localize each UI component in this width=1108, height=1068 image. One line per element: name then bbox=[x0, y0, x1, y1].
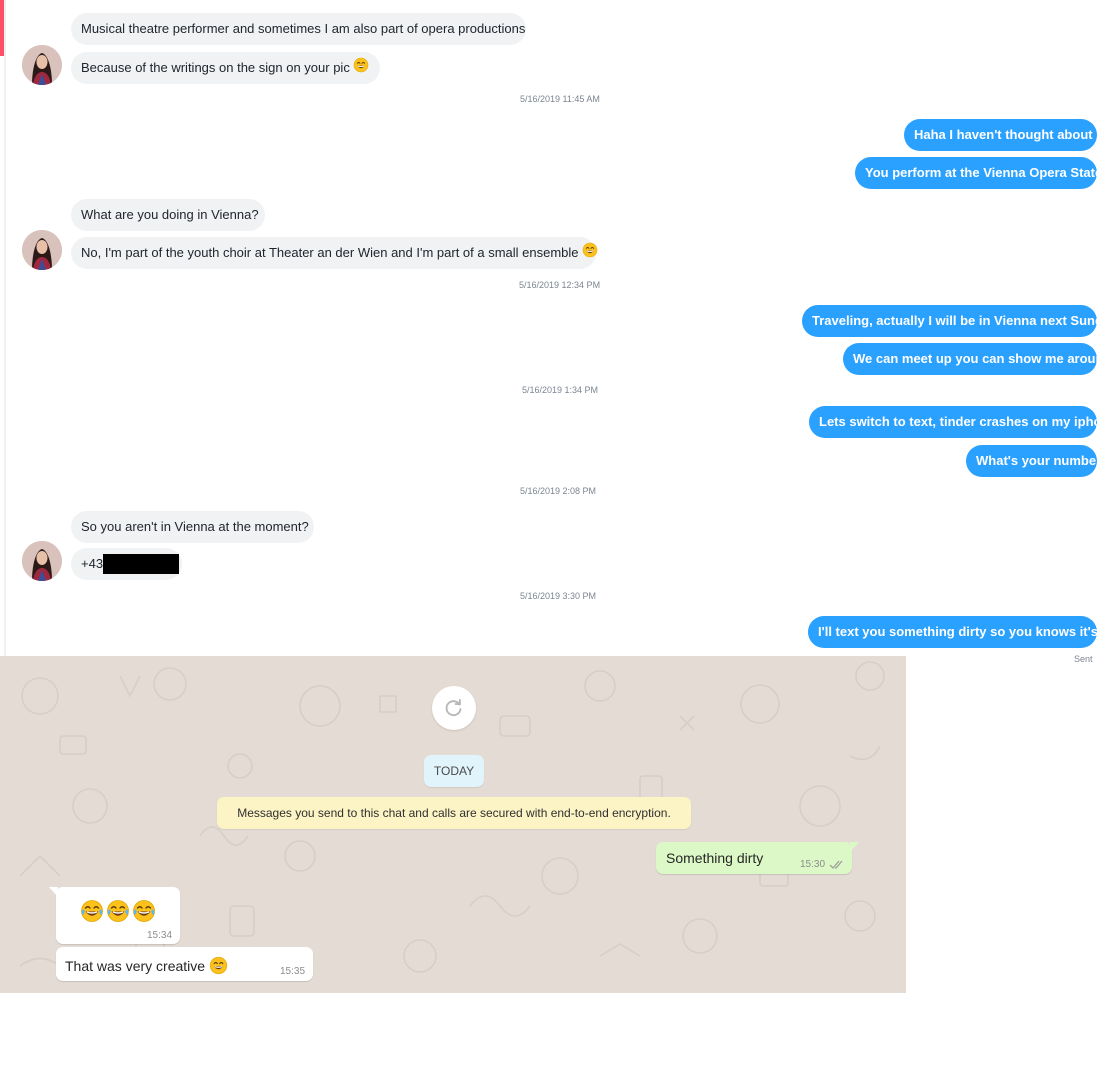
bubble-tail bbox=[850, 842, 859, 852]
smiling-emoji-icon bbox=[582, 244, 598, 262]
refresh-button[interactable] bbox=[432, 686, 476, 730]
refresh-icon bbox=[445, 698, 462, 717]
received-message: So you aren't in Vienna at the moment? bbox=[71, 511, 314, 543]
redaction-bar bbox=[103, 553, 180, 574]
double-check-icon bbox=[829, 860, 843, 869]
sent-message: You perform at the Vienna Opera State? bbox=[855, 157, 1108, 189]
encryption-notice[interactable]: Messages you send to this chat and calls… bbox=[217, 797, 691, 829]
received-message: No, I'm part of the youth choir at Theat… bbox=[71, 237, 596, 269]
message-time: 15:34 bbox=[147, 930, 173, 941]
received-message: Musical theatre performer and sometimes … bbox=[71, 13, 526, 45]
timestamp: 5/16/2019 1:34 PM bbox=[522, 385, 599, 395]
incoming-message[interactable]: 15:34 bbox=[56, 887, 180, 944]
tears-of-joy-emoji-icon bbox=[80, 899, 158, 923]
date-badge: TODAY bbox=[424, 755, 484, 787]
sent-message: What's your number bbox=[966, 445, 1101, 477]
sent-message: Traveling, actually I will be in Vienna … bbox=[802, 305, 1108, 337]
bubble-tail bbox=[49, 887, 58, 897]
sent-message: I'll text you something dirty so you kno… bbox=[808, 616, 1108, 648]
outgoing-message[interactable]: Something dirty 15:30 bbox=[656, 842, 852, 874]
sent-message: We can meet up you can show me around bbox=[843, 343, 1108, 375]
avatar[interactable] bbox=[22, 45, 62, 85]
message-text: That was very creative bbox=[65, 956, 228, 975]
grinning-emoji-icon bbox=[209, 956, 228, 975]
timestamp: 5/16/2019 12:34 PM bbox=[519, 280, 601, 290]
sent-message: Lets switch to text, tinder crashes on m… bbox=[809, 406, 1108, 438]
incoming-message[interactable]: That was very creative 15:35 bbox=[56, 947, 313, 981]
received-message: What are you doing in Vienna? bbox=[71, 199, 265, 231]
tinder-chat: Musical theatre performer and sometimes … bbox=[0, 0, 1108, 656]
grinning-emoji-icon bbox=[353, 59, 369, 77]
avatar[interactable] bbox=[22, 230, 62, 270]
timestamp: 5/16/2019 11:45 AM bbox=[520, 94, 600, 104]
sent-message: Haha I haven't thought about it bbox=[904, 119, 1104, 151]
message-time: 15:35 bbox=[280, 966, 306, 977]
avatar[interactable] bbox=[22, 541, 62, 581]
divider bbox=[4, 0, 6, 656]
message-time: 15:30 bbox=[800, 859, 826, 870]
received-message: Because of the writings on the sign on y… bbox=[71, 52, 380, 84]
delivery-status: Sent bbox=[1074, 654, 1093, 664]
timestamp: 5/16/2019 2:08 PM bbox=[520, 486, 597, 496]
message-text: Something dirty bbox=[666, 850, 764, 866]
received-message: +43 bbox=[71, 548, 182, 580]
whatsapp-chat: TODAY Messages you send to this chat and… bbox=[0, 656, 906, 993]
timestamp: 5/16/2019 3:30 PM bbox=[520, 591, 597, 601]
